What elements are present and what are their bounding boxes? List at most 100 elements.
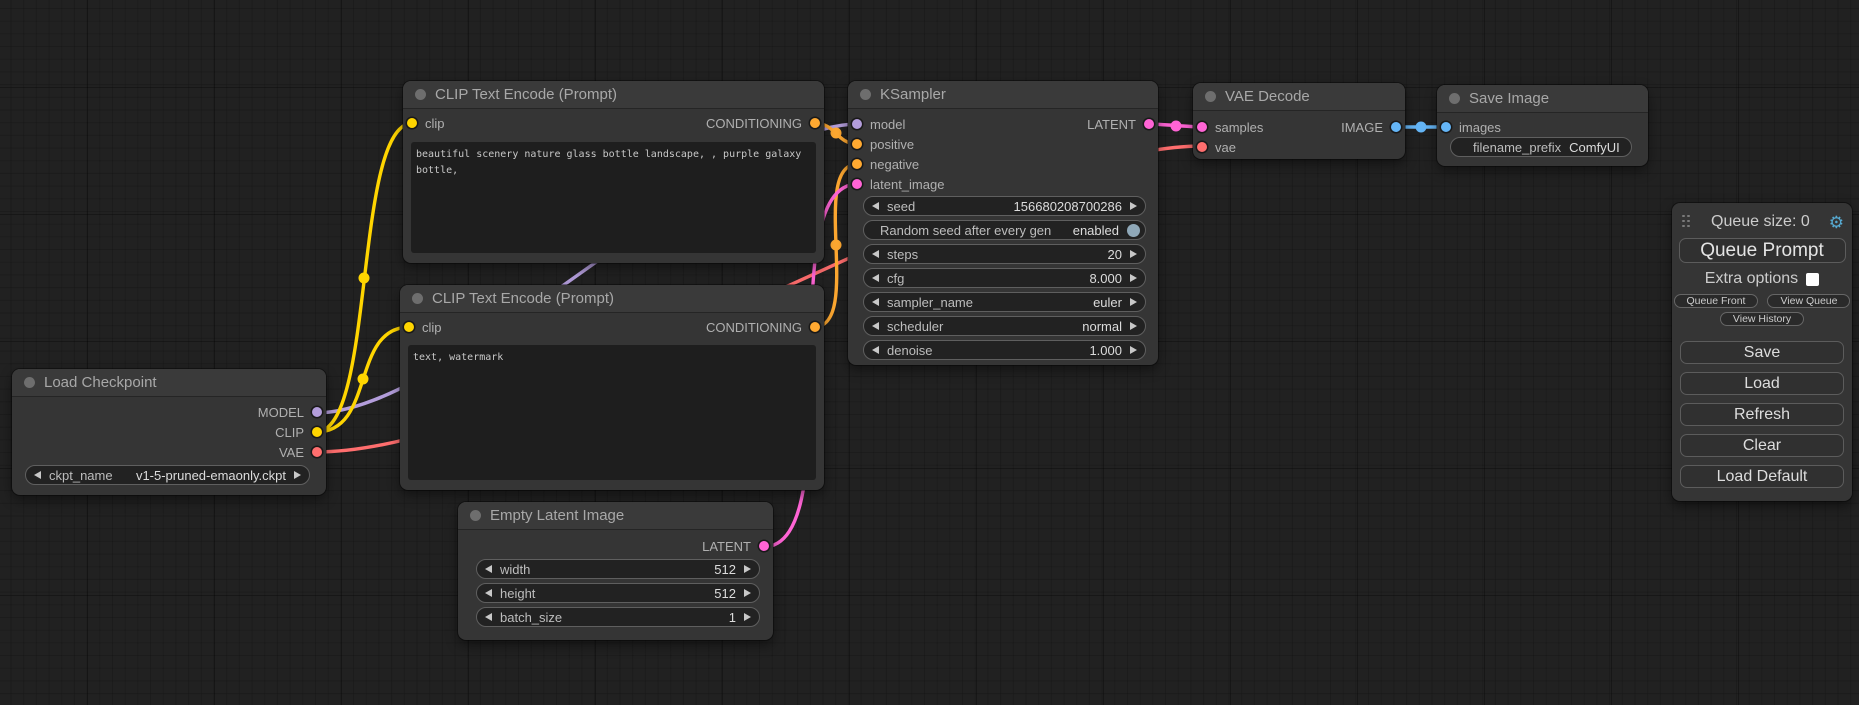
port-latent-output[interactable]	[759, 541, 769, 551]
collapse-dot-icon[interactable]	[860, 89, 871, 100]
widget-label: filename_prefix	[1473, 140, 1561, 155]
widget-label: batch_size	[500, 610, 562, 625]
steps-widget[interactable]: steps 20	[863, 244, 1146, 264]
increment-arrow-icon[interactable]	[1130, 250, 1137, 258]
increment-arrow-icon[interactable]	[1130, 202, 1137, 210]
increment-arrow-icon[interactable]	[744, 589, 751, 597]
toggle-enabled-icon[interactable]	[1127, 224, 1140, 237]
input-label: clip	[425, 116, 445, 131]
port-positive-input[interactable]	[852, 139, 862, 149]
increment-arrow-icon[interactable]	[744, 565, 751, 573]
node-title: CLIP Text Encode (Prompt)	[435, 86, 617, 103]
node-title-bar[interactable]: CLIP Text Encode (Prompt)	[403, 81, 824, 109]
comfyui-canvas[interactable]: { "colors": { "model": "#B39DDB", "clip"…	[0, 0, 1859, 705]
widget-label: sampler_name	[887, 295, 973, 310]
widget-value: 1.000	[1089, 343, 1122, 358]
seed-widget[interactable]: seed 156680208700286	[863, 196, 1146, 216]
increment-arrow-icon[interactable]	[744, 613, 751, 621]
node-save-image[interactable]: Save Image images filename_prefix ComfyU…	[1437, 85, 1648, 166]
decrement-arrow-icon[interactable]	[872, 250, 879, 258]
node-title-bar[interactable]: CLIP Text Encode (Prompt)	[400, 285, 824, 313]
increment-arrow-icon[interactable]	[1130, 274, 1137, 282]
ckpt-name-widget[interactable]: ckpt_name v1-5-pruned-emaonly.ckpt	[25, 465, 310, 485]
node-load-checkpoint[interactable]: Load Checkpoint MODEL CLIP VAE ckpt_name…	[12, 369, 326, 495]
port-latent-output[interactable]	[1144, 119, 1154, 129]
port-samples-input[interactable]	[1197, 122, 1207, 132]
increment-arrow-icon[interactable]	[294, 471, 301, 479]
node-vae-decode[interactable]: VAE Decode samples IMAGE vae	[1193, 83, 1405, 159]
denoise-widget[interactable]: denoise 1.000	[863, 340, 1146, 360]
decrement-arrow-icon[interactable]	[485, 565, 492, 573]
scheduler-widget[interactable]: scheduler normal	[863, 316, 1146, 336]
port-image-output[interactable]	[1391, 122, 1401, 132]
queue-front-button[interactable]: Queue Front	[1674, 294, 1759, 308]
node-clip-text-encode-negative[interactable]: CLIP Text Encode (Prompt) clip CONDITION…	[400, 285, 824, 490]
link-midpoint-dot	[359, 273, 370, 284]
node-empty-latent-image[interactable]: Empty Latent Image LATENT width 512 heig…	[458, 502, 773, 640]
decrement-arrow-icon[interactable]	[872, 322, 879, 330]
sampler-name-widget[interactable]: sampler_name euler	[863, 292, 1146, 312]
view-history-button[interactable]: View History	[1720, 312, 1804, 326]
port-model-input[interactable]	[852, 119, 862, 129]
width-widget[interactable]: width 512	[476, 559, 760, 579]
decrement-arrow-icon[interactable]	[485, 613, 492, 621]
output-label: VAE	[279, 445, 304, 460]
collapse-dot-icon[interactable]	[1449, 93, 1460, 104]
collapse-dot-icon[interactable]	[24, 377, 35, 388]
input-label: positive	[870, 137, 914, 152]
increment-arrow-icon[interactable]	[1130, 298, 1137, 306]
node-clip-text-encode-positive[interactable]: CLIP Text Encode (Prompt) clip CONDITION…	[403, 81, 824, 263]
positive-prompt-textarea[interactable]: beautiful scenery nature glass bottle la…	[411, 142, 816, 253]
extra-options-checkbox[interactable]	[1806, 273, 1819, 286]
cfg-widget[interactable]: cfg 8.000	[863, 268, 1146, 288]
load-button[interactable]: Load	[1680, 372, 1844, 395]
decrement-arrow-icon[interactable]	[34, 471, 41, 479]
output-label: CONDITIONING	[706, 116, 802, 131]
node-title-bar[interactable]: Empty Latent Image	[458, 502, 773, 530]
height-widget[interactable]: height 512	[476, 583, 760, 603]
negative-prompt-textarea[interactable]: text, watermark	[408, 345, 816, 480]
port-clip-input[interactable]	[404, 322, 414, 332]
load-default-button[interactable]: Load Default	[1680, 465, 1844, 488]
decrement-arrow-icon[interactable]	[872, 298, 879, 306]
clear-button[interactable]: Clear	[1680, 434, 1844, 457]
port-negative-input[interactable]	[852, 159, 862, 169]
settings-gear-icon[interactable]: ⚙	[1829, 214, 1844, 231]
queue-panel[interactable]: Queue size: 0 ⚙ Queue Prompt Extra optio…	[1672, 203, 1852, 501]
port-conditioning-output[interactable]	[810, 322, 820, 332]
collapse-dot-icon[interactable]	[1205, 91, 1216, 102]
port-clip-output[interactable]	[312, 427, 322, 437]
port-latent-image-input[interactable]	[852, 179, 862, 189]
drag-handle-icon[interactable]	[1682, 215, 1692, 230]
node-ksampler[interactable]: KSampler model LATENT positive negative …	[848, 81, 1158, 365]
increment-arrow-icon[interactable]	[1130, 346, 1137, 354]
filename-prefix-widget[interactable]: filename_prefix ComfyUI	[1450, 137, 1632, 157]
decrement-arrow-icon[interactable]	[872, 274, 879, 282]
collapse-dot-icon[interactable]	[470, 510, 481, 521]
output-label: LATENT	[1087, 117, 1136, 132]
view-queue-button[interactable]: View Queue	[1767, 294, 1850, 308]
collapse-dot-icon[interactable]	[415, 89, 426, 100]
port-clip-input[interactable]	[407, 118, 417, 128]
decrement-arrow-icon[interactable]	[872, 346, 879, 354]
node-title-bar[interactable]: KSampler	[848, 81, 1158, 109]
collapse-dot-icon[interactable]	[412, 293, 423, 304]
batch-size-widget[interactable]: batch_size 1	[476, 607, 760, 627]
node-title-bar[interactable]: VAE Decode	[1193, 83, 1405, 111]
port-vae-input[interactable]	[1197, 142, 1207, 152]
node-title-bar[interactable]: Save Image	[1437, 85, 1648, 113]
decrement-arrow-icon[interactable]	[485, 589, 492, 597]
port-model-output[interactable]	[312, 407, 322, 417]
output-label: CONDITIONING	[706, 320, 802, 335]
port-images-input[interactable]	[1441, 122, 1451, 132]
port-vae-output[interactable]	[312, 447, 322, 457]
refresh-button[interactable]: Refresh	[1680, 403, 1844, 426]
node-title-bar[interactable]: Load Checkpoint	[12, 369, 326, 397]
random-seed-toggle-widget[interactable]: Random seed after every gen enabled	[863, 220, 1146, 240]
save-button[interactable]: Save	[1680, 341, 1844, 364]
queue-prompt-button[interactable]: Queue Prompt	[1679, 238, 1846, 263]
port-conditioning-output[interactable]	[810, 118, 820, 128]
decrement-arrow-icon[interactable]	[872, 202, 879, 210]
node-title: Load Checkpoint	[44, 374, 157, 391]
increment-arrow-icon[interactable]	[1130, 322, 1137, 330]
